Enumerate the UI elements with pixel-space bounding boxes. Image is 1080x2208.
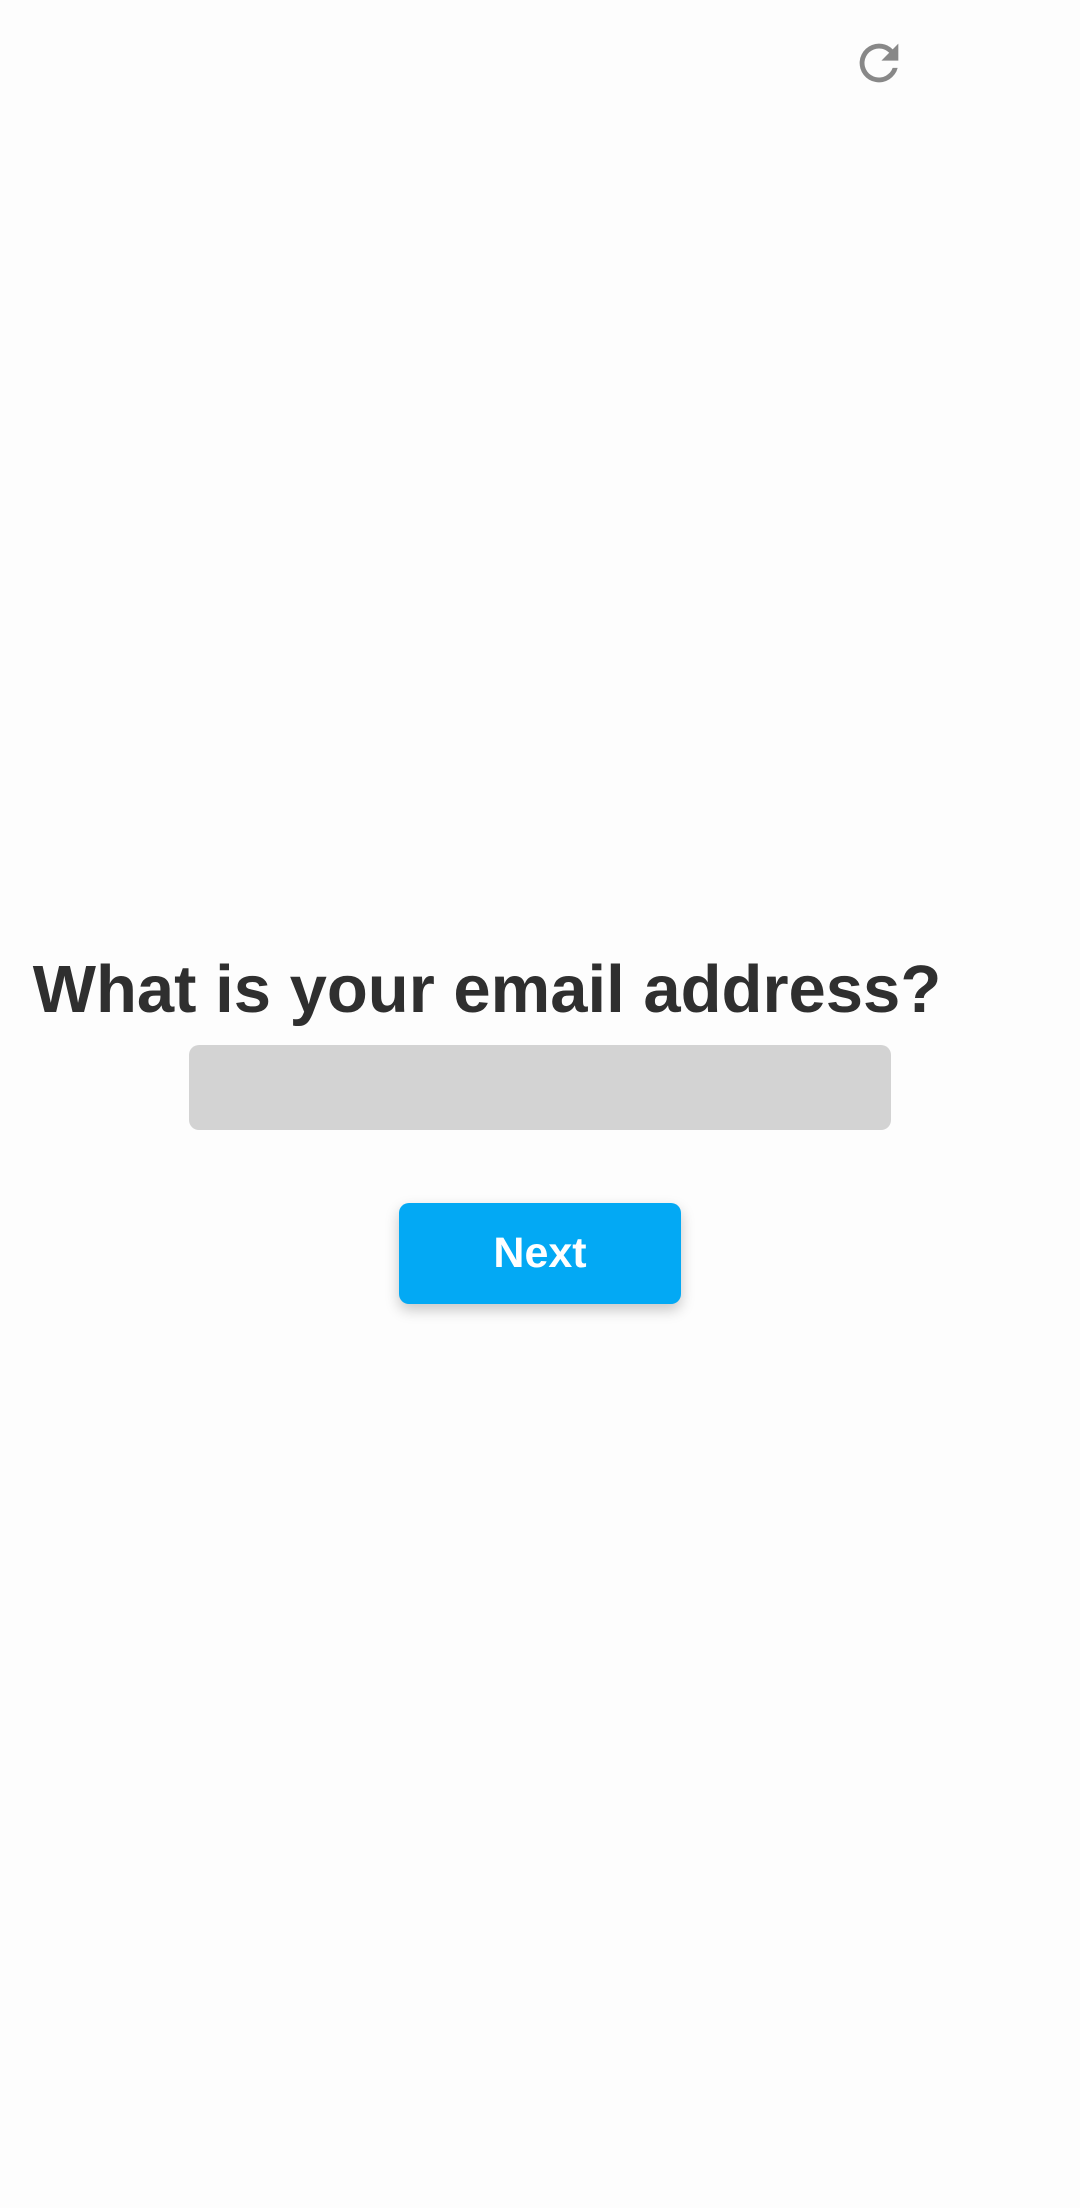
email-input[interactable]	[189, 1045, 891, 1130]
reload-icon	[859, 43, 899, 83]
next-button-label: Next	[493, 1229, 587, 1277]
reload-button[interactable]	[846, 30, 912, 96]
next-button[interactable]: Next	[399, 1203, 681, 1304]
email-prompt-heading: What is your email address?	[32, 952, 942, 1027]
